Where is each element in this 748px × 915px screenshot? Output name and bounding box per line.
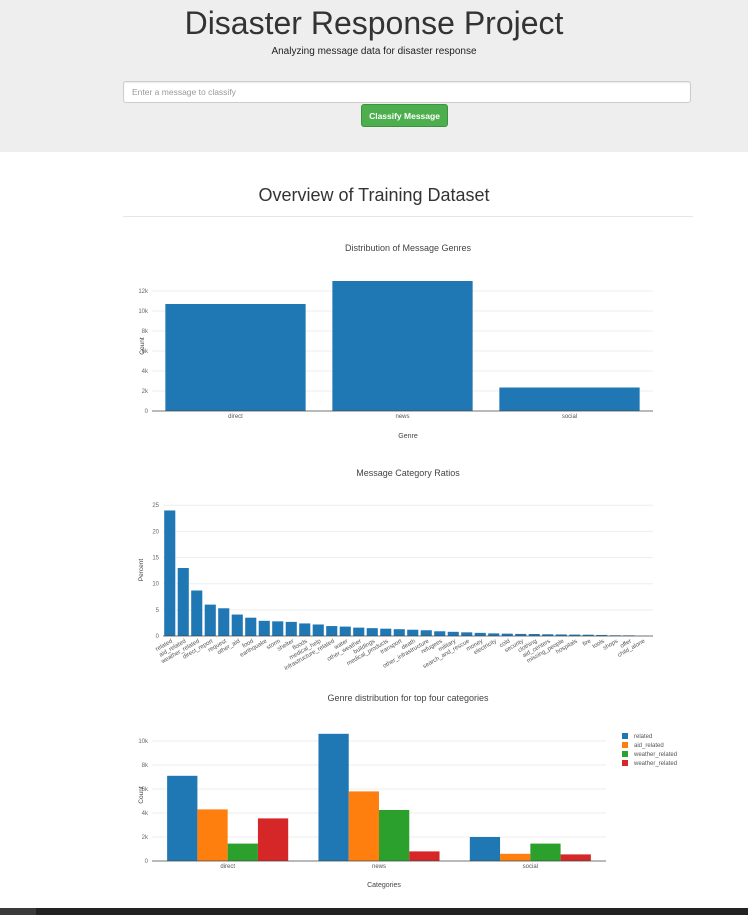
bar-military bbox=[447, 631, 459, 636]
bar-direct-aid_related bbox=[197, 809, 228, 861]
y-tick-label: 4k bbox=[142, 811, 149, 817]
x-tick-label: social bbox=[562, 414, 577, 420]
bar-other_infrastructure bbox=[420, 630, 432, 636]
category-ratios-chart: Message Category Ratios 0 5 10 15 20 25 Percent… bbox=[138, 468, 653, 672]
bar-aid_related bbox=[177, 568, 189, 636]
bar-direct bbox=[165, 304, 306, 411]
bar-news-related bbox=[318, 733, 349, 861]
bar-other_aid bbox=[231, 614, 243, 636]
x-tick-label: news bbox=[395, 414, 409, 420]
y-tick-label: 0 bbox=[145, 409, 149, 415]
y-tick-label: 25 bbox=[152, 503, 159, 509]
genre-distribution-chart: Distribution of Message Genres02k4k6k8k1… bbox=[138, 243, 653, 440]
y-tick-label: 0 bbox=[145, 859, 149, 865]
y-tick-label: 20 bbox=[152, 529, 159, 535]
app-subtitle: Analyzing message data for disaster resp… bbox=[271, 46, 477, 57]
bar-floods bbox=[299, 623, 311, 636]
y-tick-label: 2k bbox=[142, 835, 149, 841]
x-tick-label: news bbox=[372, 864, 386, 870]
bar-social-weather_related bbox=[530, 843, 561, 861]
header-jumbotron: Disaster Response Project Analyzing mess… bbox=[0, 0, 748, 152]
chart-title: Message Category Ratios bbox=[356, 468, 460, 478]
chart-title: Distribution of Message Genres bbox=[345, 243, 472, 253]
legend-swatch bbox=[622, 760, 628, 766]
bar-medical_products bbox=[380, 628, 392, 636]
bar-social bbox=[499, 387, 640, 411]
bar-request bbox=[218, 608, 230, 636]
bottom-bar bbox=[0, 908, 748, 915]
legend-label: related bbox=[634, 734, 652, 740]
y-tick-label: 0 bbox=[156, 634, 160, 640]
bar-shelter bbox=[285, 621, 297, 636]
bar-transport bbox=[393, 629, 405, 636]
bar-social-related bbox=[469, 837, 501, 861]
legend-label: weather_related bbox=[633, 752, 677, 758]
divider bbox=[123, 216, 693, 217]
bar-storm bbox=[272, 621, 284, 636]
bar-news-weather_related bbox=[409, 851, 440, 861]
bar-direct-related bbox=[167, 775, 198, 861]
bar-water bbox=[339, 626, 351, 636]
y-tick-label: 5 bbox=[156, 608, 160, 614]
bar-news-aid_related bbox=[348, 791, 379, 861]
bar-refugees bbox=[434, 631, 446, 636]
bar-food bbox=[245, 617, 257, 636]
classify-message-button[interactable]: Classify Message bbox=[361, 104, 448, 127]
bar-search_and_rescue bbox=[461, 632, 473, 636]
app-title: Disaster Response Project bbox=[184, 5, 564, 41]
y-tick-label: 12k bbox=[138, 289, 149, 295]
y-tick-label: 10k bbox=[138, 739, 149, 745]
y-axis-label: Count bbox=[138, 786, 145, 804]
x-axis-label: Categories bbox=[367, 882, 401, 889]
bar-death bbox=[407, 629, 419, 636]
x-tick-label: shops bbox=[602, 639, 619, 652]
y-tick-label: 8k bbox=[142, 329, 149, 335]
x-tick-label: fire bbox=[582, 638, 593, 648]
y-tick-label: 4k bbox=[142, 369, 149, 375]
y-axis-label: Count bbox=[139, 337, 146, 355]
x-tick-label: direct bbox=[228, 414, 243, 420]
legend-swatch bbox=[622, 751, 628, 757]
legend-swatch bbox=[622, 733, 628, 739]
bar-buildings bbox=[366, 628, 378, 636]
bar-money bbox=[474, 632, 486, 636]
bar-social-aid_related bbox=[500, 853, 531, 861]
bar-other_weather bbox=[353, 627, 365, 636]
x-tick-label: direct bbox=[220, 864, 235, 870]
legend-label: aid_related bbox=[634, 743, 664, 749]
y-tick-label: 10k bbox=[138, 309, 149, 315]
bar-direct_report bbox=[204, 604, 216, 636]
bar-social-weather_related bbox=[560, 854, 591, 861]
y-tick-label: 2k bbox=[142, 389, 149, 395]
x-tick-label: social bbox=[523, 864, 538, 870]
bar-direct-weather_related bbox=[227, 843, 258, 861]
bar-earthquake bbox=[258, 620, 270, 636]
bar-weather_related bbox=[191, 590, 203, 636]
y-tick-label: 8k bbox=[142, 763, 149, 769]
bar-related bbox=[164, 510, 176, 636]
x-axis-label: Genre bbox=[398, 433, 418, 440]
y-tick-label: 10 bbox=[152, 582, 159, 588]
overview-title: Overview of Training Dataset bbox=[258, 185, 490, 205]
legend-label: weather_related bbox=[633, 761, 677, 767]
y-tick-label: 15 bbox=[152, 556, 159, 562]
bar-infrastructure_related bbox=[326, 626, 338, 636]
bar-news bbox=[332, 281, 473, 411]
bar-direct-weather_related bbox=[257, 818, 289, 861]
bar-news-weather_related bbox=[379, 810, 410, 861]
bar-medical_help bbox=[312, 624, 324, 636]
legend-swatch bbox=[622, 742, 628, 748]
genre-top-categories-chart: Genre distribution for top four categori… bbox=[138, 693, 677, 889]
chart-title: Genre distribution for top four categori… bbox=[327, 693, 489, 703]
message-input[interactable] bbox=[123, 81, 691, 103]
y-axis-label: Percent bbox=[138, 559, 145, 582]
